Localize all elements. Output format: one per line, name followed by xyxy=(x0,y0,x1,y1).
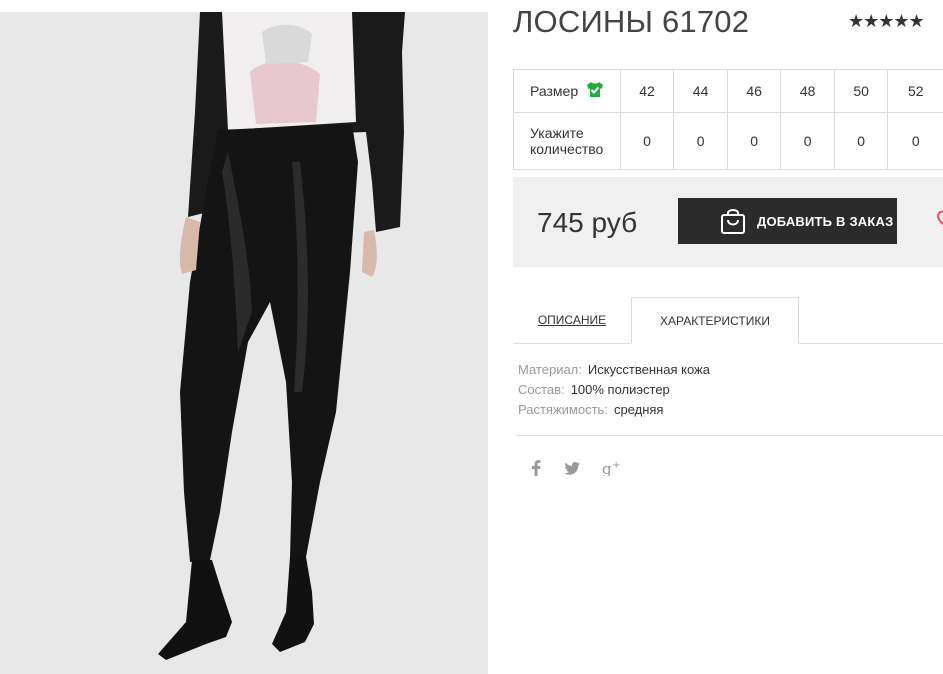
size-row-header: Размер xyxy=(513,69,621,113)
quantity-input[interactable]: 0 xyxy=(887,112,943,170)
rating-stars[interactable]: ★★★★★ xyxy=(848,11,925,32)
product-tabs: ОПИСАНИЕ ХАРАКТЕРИСТИКИ xyxy=(513,297,943,344)
tab-characteristics[interactable]: ХАРАКТЕРИСТИКИ xyxy=(631,297,799,344)
quantity-row-header: Укажите количество xyxy=(513,112,621,170)
size-quantity-table: Размер 42 44 46 48 50 52 Укажите количес… xyxy=(513,69,943,170)
tshirt-check-icon[interactable] xyxy=(586,81,604,101)
add-to-order-button[interactable]: ДОБАВИТЬ В ЗАКАЗ xyxy=(678,198,897,244)
size-label: Размер xyxy=(530,83,579,99)
tab-description[interactable]: ОПИСАНИЕ xyxy=(513,297,631,343)
add-to-order-label: ДОБАВИТЬ В ЗАКАЗ xyxy=(757,213,894,229)
size-value: 46 xyxy=(726,69,782,113)
size-value: 48 xyxy=(780,69,835,113)
quantity-input[interactable]: 0 xyxy=(619,112,675,170)
product-photo[interactable] xyxy=(0,12,488,674)
spec-key: Растяжимость: xyxy=(518,402,608,417)
size-value: 50 xyxy=(833,69,889,113)
spec-row: Материал: Искусственная кожа xyxy=(518,360,710,380)
spec-key: Материал: xyxy=(518,362,582,377)
spec-value: средняя xyxy=(613,402,664,417)
quantity-input[interactable]: 0 xyxy=(833,112,889,170)
google-plus-icon[interactable]: g + xyxy=(602,460,622,481)
heart-icon[interactable] xyxy=(936,210,943,230)
spec-row: Состав: 100% полиэстер xyxy=(518,380,710,400)
quantity-input[interactable]: 0 xyxy=(673,112,728,170)
social-share: g + xyxy=(530,460,622,481)
svg-text:g: g xyxy=(602,460,612,476)
quantity-input[interactable]: 0 xyxy=(726,112,782,170)
facebook-icon[interactable] xyxy=(530,460,542,481)
twitter-icon[interactable] xyxy=(564,461,580,480)
size-value: 44 xyxy=(673,69,728,113)
size-value: 52 xyxy=(887,69,943,113)
shopping-bag-icon xyxy=(720,207,746,235)
spec-value: Искусственная кожа xyxy=(587,362,710,377)
product-price: 745 руб xyxy=(537,207,638,238)
quantity-input[interactable]: 0 xyxy=(780,112,835,170)
size-row: Размер 42 44 46 48 50 52 xyxy=(513,69,943,113)
product-title: ЛОСИНЫ 61702 xyxy=(513,4,750,39)
spec-row: Растяжимость: средняя xyxy=(518,400,710,420)
characteristics-list: Материал: Искусственная кожа Состав: 100% … xyxy=(518,360,710,420)
spec-key: Состав: xyxy=(518,382,565,397)
divider xyxy=(516,435,943,436)
quantity-row: Укажите количество 0 0 0 0 0 0 xyxy=(513,112,943,170)
svg-text:+: + xyxy=(612,460,620,471)
spec-value: 100% полиэстер xyxy=(570,382,670,397)
quantity-label: Укажите количество xyxy=(530,125,604,157)
price-panel: 745 руб ДОБАВИТЬ В ЗАКАЗ xyxy=(513,177,943,267)
size-value: 42 xyxy=(619,69,675,113)
